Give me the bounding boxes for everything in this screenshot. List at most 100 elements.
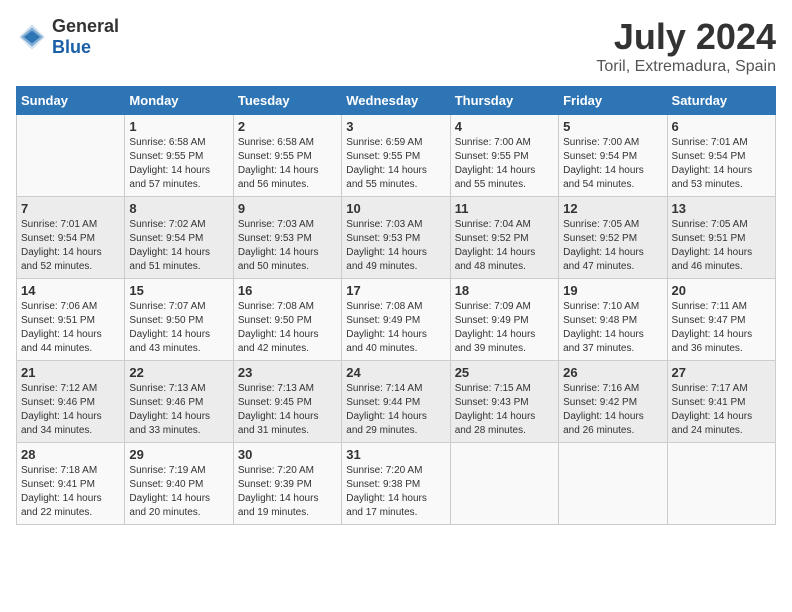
calendar-week-row: 14 Sunrise: 7:06 AM Sunset: 9:51 PM Dayli… xyxy=(17,279,776,361)
calendar-cell: 31 Sunrise: 7:20 AM Sunset: 9:38 PM Dayli… xyxy=(342,443,450,525)
calendar-cell: 3 Sunrise: 6:59 AM Sunset: 9:55 PM Daylig… xyxy=(342,115,450,197)
calendar-cell: 17 Sunrise: 7:08 AM Sunset: 9:49 PM Dayli… xyxy=(342,279,450,361)
calendar-cell: 30 Sunrise: 7:20 AM Sunset: 9:39 PM Dayli… xyxy=(233,443,341,525)
calendar-cell: 27Sunrise: 7:17 AM Sunset: 9:41 PM Dayli… xyxy=(667,361,775,443)
day-info: Sunrise: 7:06 AM Sunset: 9:51 PM Dayligh… xyxy=(21,300,120,356)
title-area: July 2024 Toril, Extremadura, Spain xyxy=(596,16,776,76)
day-number: 5 xyxy=(563,119,662,134)
calendar-cell xyxy=(559,443,667,525)
weekday-header-thursday: Thursday xyxy=(450,87,558,115)
day-number: 27 xyxy=(672,365,771,380)
day-info: Sunrise: 7:13 AM Sunset: 9:46 PM Dayligh… xyxy=(129,382,228,438)
calendar-cell: 21Sunrise: 7:12 AM Sunset: 9:46 PM Dayli… xyxy=(17,361,125,443)
calendar-week-row: 28 Sunrise: 7:18 AM Sunset: 9:41 PM Dayli… xyxy=(17,443,776,525)
calendar-cell: 5 Sunrise: 7:00 AM Sunset: 9:54 PM Daylig… xyxy=(559,115,667,197)
calendar-cell: 29 Sunrise: 7:19 AM Sunset: 9:40 PM Dayli… xyxy=(125,443,233,525)
day-info: Sunrise: 7:10 AM Sunset: 9:48 PM Dayligh… xyxy=(563,300,662,356)
day-number: 11 xyxy=(455,201,554,216)
header: General Blue July 2024 Toril, Extremadur… xyxy=(16,16,776,76)
day-number: 29 xyxy=(129,447,228,462)
day-info: Sunrise: 6:58 AM Sunset: 9:55 PM Dayligh… xyxy=(129,136,228,192)
day-number: 21 xyxy=(21,365,120,380)
calendar-cell: 16 Sunrise: 7:08 AM Sunset: 9:50 PM Dayli… xyxy=(233,279,341,361)
day-number: 24 xyxy=(346,365,445,380)
calendar-cell: 13Sunrise: 7:05 AM Sunset: 9:51 PM Dayli… xyxy=(667,197,775,279)
location-subtitle: Toril, Extremadura, Spain xyxy=(596,58,776,76)
calendar-cell: 2Sunrise: 6:58 AM Sunset: 9:55 PM Daylig… xyxy=(233,115,341,197)
weekday-header-monday: Monday xyxy=(125,87,233,115)
day-number: 15 xyxy=(129,283,228,298)
weekday-header-tuesday: Tuesday xyxy=(233,87,341,115)
day-info: Sunrise: 7:04 AM Sunset: 9:52 PM Dayligh… xyxy=(455,218,554,274)
day-info: Sunrise: 7:05 AM Sunset: 9:52 PM Dayligh… xyxy=(563,218,662,274)
day-number: 9 xyxy=(238,201,337,216)
day-info: Sunrise: 7:09 AM Sunset: 9:49 PM Dayligh… xyxy=(455,300,554,356)
day-info: Sunrise: 7:03 AM Sunset: 9:53 PM Dayligh… xyxy=(346,218,445,274)
calendar-cell: 19 Sunrise: 7:10 AM Sunset: 9:48 PM Dayli… xyxy=(559,279,667,361)
day-number: 26 xyxy=(563,365,662,380)
day-info: Sunrise: 7:00 AM Sunset: 9:55 PM Dayligh… xyxy=(455,136,554,192)
day-number: 18 xyxy=(455,283,554,298)
day-number: 6 xyxy=(672,119,771,134)
day-info: Sunrise: 7:03 AM Sunset: 9:53 PM Dayligh… xyxy=(238,218,337,274)
calendar-cell xyxy=(450,443,558,525)
day-info: Sunrise: 7:00 AM Sunset: 9:54 PM Dayligh… xyxy=(563,136,662,192)
weekday-header-saturday: Saturday xyxy=(667,87,775,115)
day-info: Sunrise: 7:16 AM Sunset: 9:42 PM Dayligh… xyxy=(563,382,662,438)
day-info: Sunrise: 7:01 AM Sunset: 9:54 PM Dayligh… xyxy=(21,218,120,274)
logo-icon xyxy=(16,21,48,53)
weekday-header-friday: Friday xyxy=(559,87,667,115)
calendar-cell: 6 Sunrise: 7:01 AM Sunset: 9:54 PM Daylig… xyxy=(667,115,775,197)
calendar-cell: 11 Sunrise: 7:04 AM Sunset: 9:52 PM Dayli… xyxy=(450,197,558,279)
day-info: Sunrise: 7:20 AM Sunset: 9:39 PM Dayligh… xyxy=(238,464,337,520)
day-number: 30 xyxy=(238,447,337,462)
day-info: Sunrise: 7:19 AM Sunset: 9:40 PM Dayligh… xyxy=(129,464,228,520)
calendar-week-row: 7 Sunrise: 7:01 AM Sunset: 9:54 PM Daylig… xyxy=(17,197,776,279)
calendar-cell: 1 Sunrise: 6:58 AM Sunset: 9:55 PM Daylig… xyxy=(125,115,233,197)
day-number: 23 xyxy=(238,365,337,380)
day-number: 17 xyxy=(346,283,445,298)
day-number: 14 xyxy=(21,283,120,298)
calendar-cell: 4 Sunrise: 7:00 AM Sunset: 9:55 PM Daylig… xyxy=(450,115,558,197)
day-info: Sunrise: 7:02 AM Sunset: 9:54 PM Dayligh… xyxy=(129,218,228,274)
calendar-cell: 8Sunrise: 7:02 AM Sunset: 9:54 PM Daylig… xyxy=(125,197,233,279)
logo-text: General Blue xyxy=(52,16,119,58)
month-year-title: July 2024 xyxy=(596,16,776,58)
day-number: 19 xyxy=(563,283,662,298)
calendar-cell xyxy=(17,115,125,197)
day-number: 12 xyxy=(563,201,662,216)
day-number: 10 xyxy=(346,201,445,216)
day-number: 28 xyxy=(21,447,120,462)
day-info: Sunrise: 7:08 AM Sunset: 9:49 PM Dayligh… xyxy=(346,300,445,356)
day-info: Sunrise: 7:20 AM Sunset: 9:38 PM Dayligh… xyxy=(346,464,445,520)
calendar-cell: 12 Sunrise: 7:05 AM Sunset: 9:52 PM Dayli… xyxy=(559,197,667,279)
calendar-cell: 20 Sunrise: 7:11 AM Sunset: 9:47 PM Dayli… xyxy=(667,279,775,361)
day-number: 16 xyxy=(238,283,337,298)
day-number: 31 xyxy=(346,447,445,462)
day-number: 13 xyxy=(672,201,771,216)
calendar-week-row: 1 Sunrise: 6:58 AM Sunset: 9:55 PM Daylig… xyxy=(17,115,776,197)
day-info: Sunrise: 7:08 AM Sunset: 9:50 PM Dayligh… xyxy=(238,300,337,356)
weekday-header-wednesday: Wednesday xyxy=(342,87,450,115)
day-number: 4 xyxy=(455,119,554,134)
day-number: 7 xyxy=(21,201,120,216)
day-info: Sunrise: 7:13 AM Sunset: 9:45 PM Dayligh… xyxy=(238,382,337,438)
calendar-cell: 25Sunrise: 7:15 AM Sunset: 9:43 PM Dayli… xyxy=(450,361,558,443)
day-info: Sunrise: 6:59 AM Sunset: 9:55 PM Dayligh… xyxy=(346,136,445,192)
calendar-cell: 26 Sunrise: 7:16 AM Sunset: 9:42 PM Dayli… xyxy=(559,361,667,443)
day-info: Sunrise: 7:11 AM Sunset: 9:47 PM Dayligh… xyxy=(672,300,771,356)
calendar-table: SundayMondayTuesdayWednesdayThursdayFrid… xyxy=(16,86,776,525)
day-info: Sunrise: 7:01 AM Sunset: 9:54 PM Dayligh… xyxy=(672,136,771,192)
day-info: Sunrise: 7:18 AM Sunset: 9:41 PM Dayligh… xyxy=(21,464,120,520)
day-number: 1 xyxy=(129,119,228,134)
calendar-cell: 23 Sunrise: 7:13 AM Sunset: 9:45 PM Dayli… xyxy=(233,361,341,443)
logo: General Blue xyxy=(16,16,119,58)
calendar-cell: 14 Sunrise: 7:06 AM Sunset: 9:51 PM Dayli… xyxy=(17,279,125,361)
weekday-header-row: SundayMondayTuesdayWednesdayThursdayFrid… xyxy=(17,87,776,115)
day-number: 3 xyxy=(346,119,445,134)
day-number: 20 xyxy=(672,283,771,298)
calendar-cell xyxy=(667,443,775,525)
calendar-cell: 22Sunrise: 7:13 AM Sunset: 9:46 PM Dayli… xyxy=(125,361,233,443)
calendar-cell: 15Sunrise: 7:07 AM Sunset: 9:50 PM Dayli… xyxy=(125,279,233,361)
weekday-header-sunday: Sunday xyxy=(17,87,125,115)
